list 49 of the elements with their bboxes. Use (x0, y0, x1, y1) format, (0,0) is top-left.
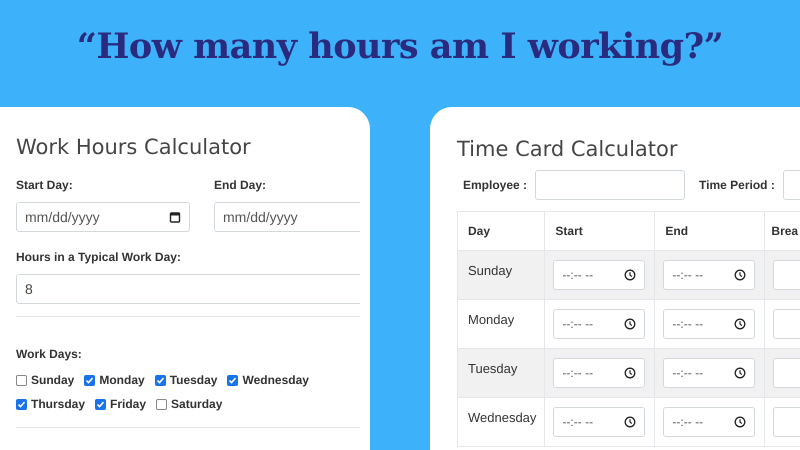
clock-icon (734, 416, 746, 428)
field-label: Hours in a Typical Work Day: (16, 249, 182, 266)
checkbox-label: Thursday (31, 396, 86, 414)
section-label: Work Days: (16, 346, 83, 364)
checkbox[interactable] (16, 398, 27, 410)
checkbox-label: Wednesday (242, 372, 309, 390)
checkbox[interactable] (84, 374, 96, 386)
calendar-icon (169, 211, 181, 224)
time-field[interactable]: --:-- -- (553, 407, 646, 438)
checkbox[interactable] (227, 374, 238, 386)
checkbox[interactable] (16, 374, 27, 386)
day-cell-text: Tuesday (467, 360, 518, 378)
text-field[interactable] (535, 170, 686, 200)
time-field[interactable]: --:-- -- (663, 309, 756, 340)
time-field[interactable]: --:-- -- (663, 358, 756, 388)
clock-icon (734, 367, 746, 380)
checkbox-label: Tuesday (170, 372, 218, 390)
time-field[interactable]: --:-- -- (553, 309, 646, 340)
time-field[interactable]: --:-- -- (663, 260, 756, 290)
checkbox[interactable] (156, 398, 168, 410)
clock-icon (624, 416, 636, 428)
clock-icon (734, 269, 746, 282)
time-field[interactable]: --:-- -- (553, 260, 646, 290)
time-field[interactable]: --:-- -- (553, 358, 646, 388)
checkbox-label: Saturday (171, 396, 222, 414)
clock-icon (734, 318, 746, 330)
field-label: End Day: (214, 177, 268, 194)
clock-icon (624, 318, 636, 330)
column-header: Day (458, 212, 545, 251)
day-cell-text: Monday (467, 311, 516, 330)
hours-field[interactable]: 8 (16, 274, 360, 304)
day-cell-text: Sunday (467, 262, 514, 280)
card-title: Work Hours Calculator (16, 135, 252, 160)
checkbox-label: Monday (99, 372, 145, 390)
checkbox[interactable] (154, 374, 166, 386)
checkbox-label: Friday (110, 396, 146, 414)
clock-icon (624, 367, 636, 380)
time-field[interactable]: --:-- -- (663, 407, 756, 438)
checkbox-label: Sunday (31, 372, 74, 390)
date-field[interactable]: mm/dd/yyyy (16, 202, 190, 232)
date-field[interactable]: mm/dd/yyyy (214, 202, 360, 232)
day-cell-text: Wednesday (467, 409, 536, 428)
field-label: Time Period : (699, 177, 775, 194)
headline: “How many hours am I working?” (76, 26, 724, 68)
clock-icon (624, 269, 636, 282)
field-label: Employee : (463, 177, 528, 194)
checkbox[interactable] (95, 398, 106, 410)
card-title: Time Card Calculator (457, 137, 679, 162)
field-label: Start Day: (16, 177, 74, 194)
